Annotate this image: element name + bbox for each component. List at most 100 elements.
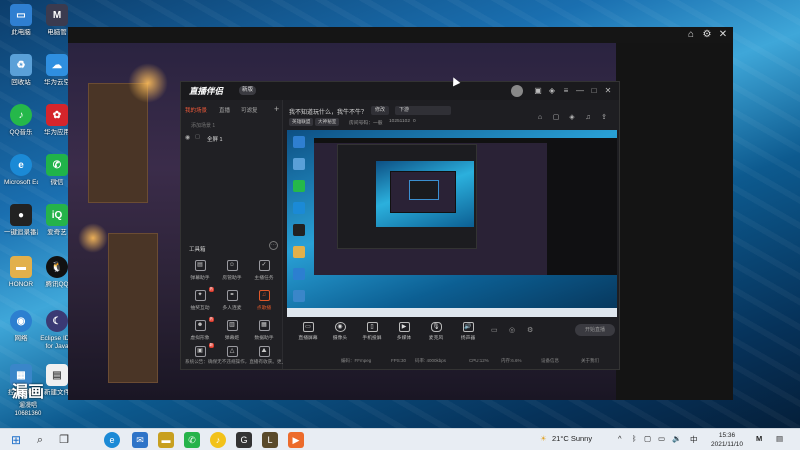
task-view-icon[interactable]: ❐ <box>56 432 72 448</box>
desktop-icon-edge[interactable]: eMicrosoft Edge <box>4 154 38 200</box>
source-screen-button[interactable]: ▭ 直播屏幕 <box>293 322 323 341</box>
taskbar: ⊞ ⌕ ❐ e ✉ ▬ ✆ ♪ G L ▶ ☀ 21°C Sunny ^ ᛒ ▢… <box>0 428 800 450</box>
tool-data-helper[interactable]: ▦ 数据助手 <box>250 320 278 346</box>
avatar[interactable] <box>511 85 523 97</box>
start-live-button[interactable]: 开始直播 <box>575 324 615 336</box>
more-icon[interactable]: ⋯ <box>269 241 278 250</box>
add-scene-hint[interactable]: 添加场景 1 <box>191 122 215 129</box>
microphone-icon: 🎙 <box>430 322 442 332</box>
eye-icon[interactable]: ◉ <box>185 134 190 141</box>
wechat-icon[interactable]: ✆ <box>184 432 200 448</box>
weather-text[interactable]: 21°C Sunny <box>552 434 592 443</box>
scene-item[interactable]: ◉ ▢ 全屏 1 <box>185 134 279 144</box>
explorer-icon[interactable]: ▬ <box>158 432 174 448</box>
stream-title[interactable]: 我不知道玩什么，我牛不牛？ <box>289 107 367 116</box>
live-companion-icon[interactable]: ▶ <box>288 432 304 448</box>
screen-icon: ▭ <box>302 322 314 332</box>
microphone-button[interactable]: 🎙 麦克风 <box>421 322 451 341</box>
speaker-icon: 🔊 <box>462 322 474 332</box>
lol-icon[interactable]: L <box>262 432 278 448</box>
tray-overflow-icon[interactable]: ^ <box>618 434 622 443</box>
source-media-button[interactable]: ▶ 多媒体 <box>389 322 419 341</box>
notification-icon[interactable]: ▤ <box>776 434 783 443</box>
edge-icon: e <box>10 154 32 176</box>
desktop-icon-recycle-bin[interactable]: ♻ 回收站 <box>4 54 38 100</box>
game-icon[interactable]: G <box>236 432 252 448</box>
mail-icon[interactable]: ✉ <box>132 432 148 448</box>
status-item: 内存:6.6% <box>501 358 522 363</box>
close-icon[interactable]: ✕ <box>717 29 729 41</box>
danmaku-icon: ▤ <box>194 260 206 271</box>
live-companion-window: 直播伴侣 新版 ▣ ◈ ≡ — □ ✕ 我的场景 直播 可滤复 + 添加场景 1… <box>180 81 620 370</box>
source-phone-cast-button[interactable]: ▯ 手机投屏 <box>357 322 387 341</box>
desktop-icon-recorder[interactable]: ●一键追录番片 时时 <box>4 204 38 250</box>
edge-icon[interactable]: e <box>104 432 120 448</box>
pc-manager-tray-icon[interactable]: M <box>756 434 762 443</box>
edit-title-button[interactable]: 修改 <box>371 106 390 115</box>
qq-icon: 🐧 <box>46 256 68 278</box>
category-selector[interactable]: 下游 <box>395 106 451 115</box>
record-icon[interactable]: ▭ <box>491 326 498 334</box>
system-clock[interactable]: 15:36 2021/11/10 <box>706 431 748 449</box>
weather-icon[interactable]: ☀ <box>540 434 547 443</box>
source-camera-button[interactable]: ◉ 摄像头 <box>325 322 355 341</box>
tool-danmaku-helper[interactable]: ▤ 弹幕助手 <box>186 260 214 286</box>
toolbox-title: 工具箱 <box>189 247 206 253</box>
gift-icon[interactable]: ⌂ <box>535 113 545 123</box>
stream-preview[interactable] <box>287 130 617 317</box>
tag-chip[interactable]: 大神秘室 <box>315 118 340 126</box>
share-icon[interactable]: ⇪ <box>599 113 609 123</box>
tag-chip[interactable]: 英雄联盟 <box>289 118 314 126</box>
skin-icon[interactable]: ◈ <box>547 86 557 96</box>
bluetooth-icon[interactable]: ᛒ <box>632 434 637 443</box>
settings-icon[interactable]: ⚙ <box>701 29 713 41</box>
pin-icon[interactable]: ⌂ <box>685 29 697 41</box>
tool-danmaku-ji[interactable]: ▥ 弹幕姬 <box>218 320 246 346</box>
settings-icon[interactable]: ⚙ <box>527 326 533 334</box>
cast-icon[interactable]: ◎ <box>509 326 515 334</box>
computer-icon: ▭ <box>10 4 32 26</box>
qq-music-icon[interactable]: ♪ <box>210 432 226 448</box>
tool-lottery[interactable]: ✦ 抽奖互动热 <box>186 287 214 316</box>
song-request-icon: ♫ <box>258 290 270 301</box>
tool-room-manager[interactable]: ☺ 房管助手 <box>218 260 246 286</box>
add-scene-icon[interactable]: + <box>274 104 279 114</box>
speaker-button[interactable]: 🔊 扬声器 <box>453 322 483 341</box>
minimize-icon[interactable]: — <box>575 86 585 96</box>
desktop-icon-network[interactable]: ◉ 网络 <box>4 310 38 356</box>
preview-icon <box>293 246 305 258</box>
lock-icon[interactable]: ▢ <box>195 134 200 140</box>
desktop-icon-this-pc[interactable]: ▭ 此电脑 <box>4 4 38 50</box>
tray-app-icon[interactable]: ▢ <box>644 434 651 443</box>
status-link[interactable]: 设备信息 <box>541 358 559 364</box>
tool-multi-link[interactable]: ⚭ 多人连麦 <box>218 290 246 316</box>
version-badge[interactable]: 新版 <box>239 86 257 95</box>
close-icon[interactable]: ✕ <box>603 86 613 96</box>
language-icon[interactable]: 中 <box>690 434 698 445</box>
lock-icon[interactable]: ▢ <box>551 113 561 123</box>
search-icon[interactable]: ⌕ <box>32 432 48 448</box>
volume-icon[interactable]: 🔉 <box>672 434 681 443</box>
start-icon[interactable]: ⊞ <box>8 432 24 448</box>
avatar-icon: ☻ <box>194 320 206 331</box>
huawei-icon: ✿ <box>46 104 68 126</box>
network-icon[interactable]: ▭ <box>658 434 665 443</box>
room-number: 10251102 <box>389 119 410 124</box>
system-notice: 系统公告：确保无不违规操作，直播有收获。更上一层楼 <box>185 359 283 364</box>
desktop-icon-honor[interactable]: ▬ HONOR <box>4 256 38 302</box>
preview-icon <box>293 268 305 280</box>
bell-icon[interactable]: ♫ <box>583 113 593 123</box>
maximize-icon[interactable]: □ <box>589 86 599 96</box>
media-icon: ▶ <box>398 322 410 332</box>
shield-icon[interactable]: ◈ <box>567 113 577 123</box>
status-link[interactable]: 关于我们 <box>581 358 599 364</box>
new-file-icon: ▤ <box>46 364 68 386</box>
tab-replay[interactable]: 可滤复 <box>241 106 258 114</box>
tab-live[interactable]: 直播 <box>219 106 230 114</box>
desktop-icon-qq-music[interactable]: ♪ QQ音乐 <box>4 104 38 150</box>
tab-my-scenes[interactable]: 我的场景 <box>185 106 207 114</box>
menu-icon[interactable]: ≡ <box>561 86 571 96</box>
tool-host-task[interactable]: ✓ 主播任务 <box>250 260 278 286</box>
tool-song-request[interactable]: ♫ 点歌播 <box>250 290 278 316</box>
message-icon[interactable]: ▣ <box>533 86 543 96</box>
